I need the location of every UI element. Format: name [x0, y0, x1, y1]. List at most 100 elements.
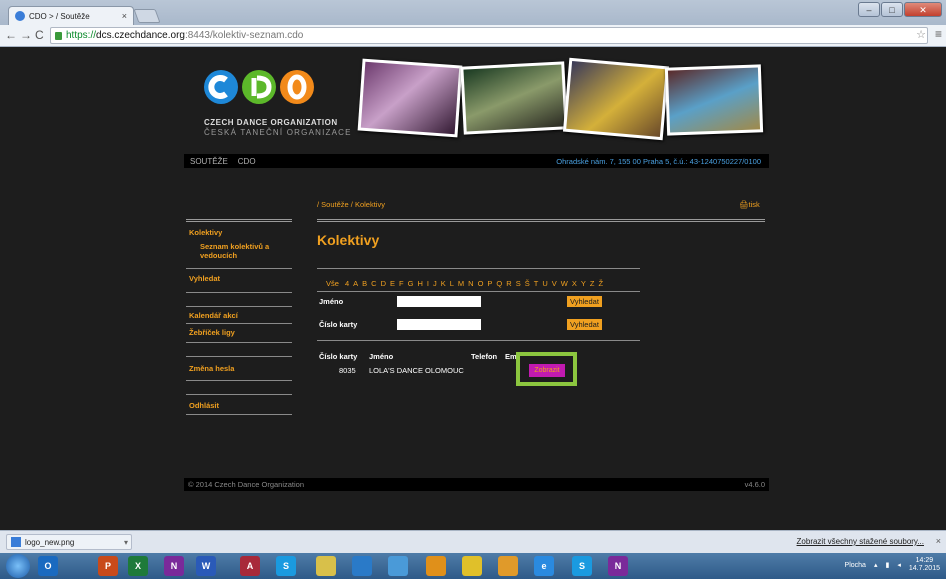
- browser-tab[interactable]: CDO > / Soutěže ×: [8, 6, 134, 25]
- folder-icon[interactable]: [498, 556, 518, 576]
- desktop-toolbar-label[interactable]: Plocha: [845, 562, 866, 569]
- filter-divider: [317, 291, 640, 292]
- reload-icon[interactable]: C: [35, 28, 44, 42]
- download-bar: logo_new.png ▾ Zobrazit všechny stažené …: [0, 530, 946, 553]
- alpha-letter-link[interactable]: Z: [590, 279, 595, 288]
- org-address: Ohradské nám. 7, 155 00 Praha 5, č.ú.: 4…: [556, 156, 761, 166]
- column-header-card: Číslo karty: [319, 352, 358, 361]
- alpha-letter-link[interactable]: Y: [581, 279, 586, 288]
- alpha-letter-link[interactable]: X: [572, 279, 577, 288]
- tab-title: CDO > / Soutěže: [29, 11, 90, 21]
- skype-icon[interactable]: S: [572, 556, 592, 576]
- alpha-letter-link[interactable]: L: [450, 279, 454, 288]
- chevron-down-icon[interactable]: ▾: [124, 538, 128, 547]
- alpha-letter-link[interactable]: V: [552, 279, 557, 288]
- clock[interactable]: 14:29 14.7.2015: [909, 557, 940, 573]
- firefox-icon[interactable]: [426, 556, 446, 576]
- lock-icon: [55, 31, 62, 40]
- search-by-card-button[interactable]: Vyhledat: [567, 319, 602, 330]
- clock-date: 14.7.2015: [908, 565, 940, 572]
- alpha-letter-link[interactable]: M: [458, 279, 464, 288]
- alpha-all-link[interactable]: Vše: [326, 279, 339, 288]
- excel-icon[interactable]: X: [128, 556, 148, 576]
- alpha-letter-link[interactable]: H: [417, 279, 422, 288]
- card-number-input[interactable]: [397, 319, 481, 330]
- close-window-button[interactable]: ✕: [904, 2, 942, 17]
- volume-icon[interactable]: ◂: [897, 561, 901, 569]
- download-filename: logo_new.png: [25, 537, 75, 547]
- alpha-letter-link[interactable]: G: [408, 279, 414, 288]
- maximize-button[interactable]: □: [881, 2, 903, 17]
- sidebar-item-zebricek[interactable]: Žebříček ligy: [189, 328, 235, 337]
- cdo-logo[interactable]: CZECH DANCE ORGANIZATION ČESKÁ TANEČNÍ O…: [204, 70, 354, 154]
- onenote-icon[interactable]: N: [164, 556, 184, 576]
- alpha-letter-link[interactable]: K: [441, 279, 446, 288]
- access-icon[interactable]: A: [240, 556, 260, 576]
- nav-link-cdo[interactable]: CDO: [238, 157, 256, 166]
- sidebar-item-kalendar[interactable]: Kalendář akcí: [189, 311, 238, 320]
- sidebar-divider: [186, 394, 292, 395]
- header-photo: [460, 61, 568, 135]
- sidebar-divider: [186, 323, 292, 324]
- print-link[interactable]: 🖨tisk: [739, 200, 760, 209]
- alpha-letter-link[interactable]: F: [399, 279, 404, 288]
- browser-menu-icon[interactable]: ≡: [935, 27, 942, 41]
- name-input[interactable]: [397, 296, 481, 307]
- alpha-letter-link[interactable]: T: [534, 279, 539, 288]
- sidebar-item-kolektivy[interactable]: Kolektivy: [189, 228, 222, 237]
- close-download-bar-button[interactable]: ×: [936, 536, 941, 546]
- alpha-letter-link[interactable]: J: [433, 279, 437, 288]
- alpha-letter-link[interactable]: E: [390, 279, 395, 288]
- sidebar-item-zmena-hesla[interactable]: Změna hesla: [189, 364, 234, 373]
- sidebar-item-odhlasit[interactable]: Odhlásit: [189, 401, 219, 410]
- url-input[interactable]: https:// dcs.czechdance.org :8443/kolekt…: [50, 27, 928, 44]
- outlook-icon[interactable]: O: [38, 556, 58, 576]
- internet-explorer-icon[interactable]: e: [534, 556, 554, 576]
- alpha-letter-link[interactable]: B: [362, 279, 367, 288]
- file-explorer-icon[interactable]: [316, 556, 336, 576]
- word-icon[interactable]: W: [196, 556, 216, 576]
- alpha-letter-link[interactable]: R: [506, 279, 511, 288]
- alpha-letter-link[interactable]: Ž: [598, 279, 603, 288]
- alpha-letter-link[interactable]: C: [371, 279, 376, 288]
- alpha-letter-link[interactable]: O: [478, 279, 484, 288]
- alpha-letter-link[interactable]: Q: [496, 279, 502, 288]
- browser-titlebar: CDO > / Soutěže × – □ ✕: [0, 0, 946, 25]
- alpha-letter-link[interactable]: S: [516, 279, 521, 288]
- breadcrumb[interactable]: / Soutěže / Kolektivy: [317, 200, 385, 209]
- bookmark-star-icon[interactable]: ☆: [916, 28, 926, 41]
- alpha-letter-link[interactable]: W: [561, 279, 568, 288]
- search-by-name-button[interactable]: Vyhledat: [567, 296, 602, 307]
- nav-link-soutezе[interactable]: SOUTĚŽE: [190, 157, 228, 166]
- tray-chevron-icon[interactable]: ▴: [874, 561, 878, 569]
- alpha-letter-link[interactable]: A: [353, 279, 358, 288]
- alpha-letter-link[interactable]: P: [487, 279, 492, 288]
- network-icon[interactable]: ▮: [885, 561, 889, 569]
- alpha-letter-link[interactable]: N: [468, 279, 473, 288]
- alpha-letter-link[interactable]: D: [381, 279, 386, 288]
- alpha-letter-link[interactable]: Š: [525, 279, 530, 288]
- skype-icon[interactable]: S: [276, 556, 296, 576]
- alpha-letter-link[interactable]: I: [427, 279, 429, 288]
- alpha-letter-link[interactable]: U: [542, 279, 547, 288]
- alpha-letter-link[interactable]: 4: [345, 279, 349, 288]
- sidebar-item-seznam[interactable]: Seznam kolektivů a vedoucích: [200, 242, 284, 260]
- back-arrow-icon[interactable]: ←: [5, 28, 17, 42]
- sidebar-divider: [186, 342, 292, 343]
- minimize-button[interactable]: –: [858, 2, 880, 17]
- sidebar-divider: [186, 268, 292, 269]
- show-all-downloads-link[interactable]: Zobrazit všechny stažené soubory...: [797, 537, 924, 546]
- start-button[interactable]: [6, 554, 30, 578]
- app-icon[interactable]: [388, 556, 408, 576]
- onenote-icon[interactable]: N: [608, 556, 628, 576]
- download-item[interactable]: logo_new.png ▾: [6, 534, 132, 550]
- forward-arrow-icon[interactable]: →: [20, 28, 32, 42]
- new-tab-button[interactable]: [133, 9, 161, 23]
- tab-close-button[interactable]: ×: [122, 11, 127, 21]
- sidebar-item-vyhledat[interactable]: Vyhledat: [189, 274, 220, 283]
- copyright: © 2014 Czech Dance Organization: [188, 480, 305, 489]
- image-file-icon: [11, 537, 21, 547]
- onedrive-icon[interactable]: [352, 556, 372, 576]
- chrome-icon[interactable]: [462, 556, 482, 576]
- powerpoint-icon[interactable]: P: [98, 556, 118, 576]
